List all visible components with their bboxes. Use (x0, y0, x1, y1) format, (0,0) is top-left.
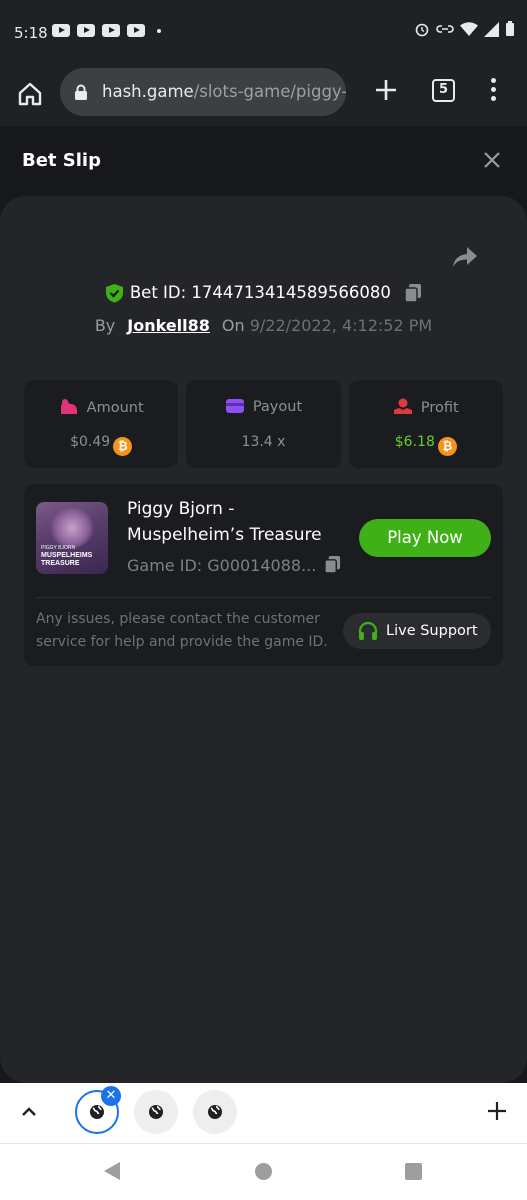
profit-label-row: Profit (349, 398, 503, 416)
game-card: PIGGY BJORN MUSPELHEIMS TREASURE Piggy B… (24, 484, 503, 666)
bitcoin-icon: ₿ (113, 437, 133, 456)
globe-icon (149, 1105, 163, 1119)
youtube-icon (102, 24, 120, 37)
amount-icon (60, 399, 77, 414)
game-thumbnail[interactable]: PIGGY BJORN MUSPELHEIMS TREASURE (36, 502, 108, 574)
notification-icons (52, 24, 161, 37)
copy-icon[interactable] (404, 283, 422, 303)
profit-stat: Profit $6.18 ₿ (348, 380, 503, 468)
url-path: /slots-game/piggy-bj (193, 82, 346, 101)
bet-date: 9/22/2022, 4:12:52 PM (249, 316, 433, 335)
headset-icon (358, 621, 378, 640)
bet-id-row: Bet ID: 1744713414589566080 (0, 282, 527, 303)
youtube-icon (52, 24, 70, 37)
plus-icon[interactable] (486, 1100, 508, 1122)
profit-value: $6.18 (394, 434, 435, 450)
youtube-icon (127, 24, 145, 37)
lock-icon (75, 84, 87, 100)
status-bar: 5:18 (0, 0, 527, 66)
game-name[interactable]: Piggy Bjorn - Muspelheim’s Treasure (127, 496, 347, 548)
wifi-icon (460, 21, 478, 36)
bet-id-value: 1744713414589566080 (191, 283, 391, 302)
bet-id-label: Bet ID: (129, 283, 187, 302)
home-nav-icon[interactable] (255, 1163, 272, 1180)
payout-label: Payout (252, 399, 303, 415)
system-nav-bar (0, 1143, 527, 1200)
share-icon[interactable] (452, 246, 478, 268)
amount-label: Amount (86, 400, 144, 416)
payout-value: 13.4 x (241, 434, 286, 450)
profit-icon (393, 398, 412, 414)
url-host: hash.game (102, 82, 194, 101)
more-icon[interactable] (488, 78, 498, 104)
game-id-row: Game ID: G00014088... (127, 555, 341, 575)
new-tab-plus-icon[interactable] (372, 76, 400, 104)
back-icon[interactable] (103, 1161, 121, 1181)
system-icons (414, 21, 515, 37)
home-icon[interactable] (14, 78, 46, 110)
bet-author-row: By Jonkell88 On 9/22/2022, 4:12:52 PM (0, 316, 527, 335)
globe-icon (208, 1105, 222, 1119)
on-label: On (221, 316, 245, 335)
globe-icon (90, 1105, 104, 1119)
by-label: By (94, 316, 116, 335)
bet-slip-header: Bet Slip (0, 126, 527, 196)
tab-thumb[interactable] (134, 1090, 178, 1134)
amount-label-row: Amount (24, 398, 178, 416)
browser-toolbar: hash.game/slots-game/piggy-bj 5 (0, 66, 527, 126)
recents-icon[interactable] (405, 1163, 422, 1180)
close-tab-icon[interactable]: ✕ (101, 1086, 121, 1106)
thumbnail-line2: MUSPELHEIMS TREASURE (41, 552, 93, 567)
payout-label-row: Payout (186, 398, 340, 415)
youtube-icon (77, 24, 95, 37)
payout-stat: Payout 13.4 x (186, 380, 341, 468)
divider (36, 597, 491, 598)
amount-stat: Amount $0.49 ₿ (24, 380, 179, 468)
url-text: hash.game/slots-game/piggy-bj (102, 82, 346, 101)
bet-stats: Amount $0.49 ₿ Payout 13.4 x Profit $6.18… (24, 380, 503, 468)
tab-strip: ✕ (0, 1083, 527, 1143)
amount-value-row: $0.49 ₿ (24, 434, 178, 456)
bet-slip-title: Bet Slip (22, 150, 101, 171)
copy-icon[interactable] (324, 555, 341, 574)
bet-slip-panel: Bet ID: 1744713414589566080 By Jonkell88 O… (0, 196, 527, 1083)
live-support-label: Live Support (386, 623, 478, 639)
payout-card-icon (225, 399, 244, 413)
bitcoin-icon: ₿ (437, 437, 457, 456)
close-icon[interactable] (483, 151, 501, 169)
tab-thumb[interactable] (193, 1090, 237, 1134)
more-notifications-dot (157, 28, 161, 33)
chevron-up-icon[interactable] (20, 1103, 38, 1121)
url-bar[interactable]: hash.game/slots-game/piggy-bj (60, 68, 346, 116)
battery-icon (506, 21, 514, 36)
link-icon (436, 25, 454, 33)
thumbnail-line1: PIGGY BJORN (41, 545, 76, 551)
signal-icon (484, 21, 499, 37)
profit-label: Profit (420, 400, 459, 416)
tab-switcher-icon[interactable]: 5 (432, 79, 455, 102)
thumbnail-art (50, 508, 94, 548)
play-now-button[interactable]: Play Now (359, 519, 491, 557)
status-time: 5:18 (14, 24, 48, 42)
username-link[interactable]: Jonkell88 (127, 316, 210, 335)
live-support-button[interactable]: Live Support (343, 613, 491, 649)
profit-value-row: $6.18 ₿ (349, 434, 503, 456)
support-notice: Any issues, please contact the customer … (36, 611, 328, 650)
amount-value: $0.49 (70, 434, 111, 450)
alarm-icon (415, 23, 429, 37)
shield-check-icon (105, 283, 123, 302)
game-id: Game ID: G00014088... (127, 556, 317, 575)
